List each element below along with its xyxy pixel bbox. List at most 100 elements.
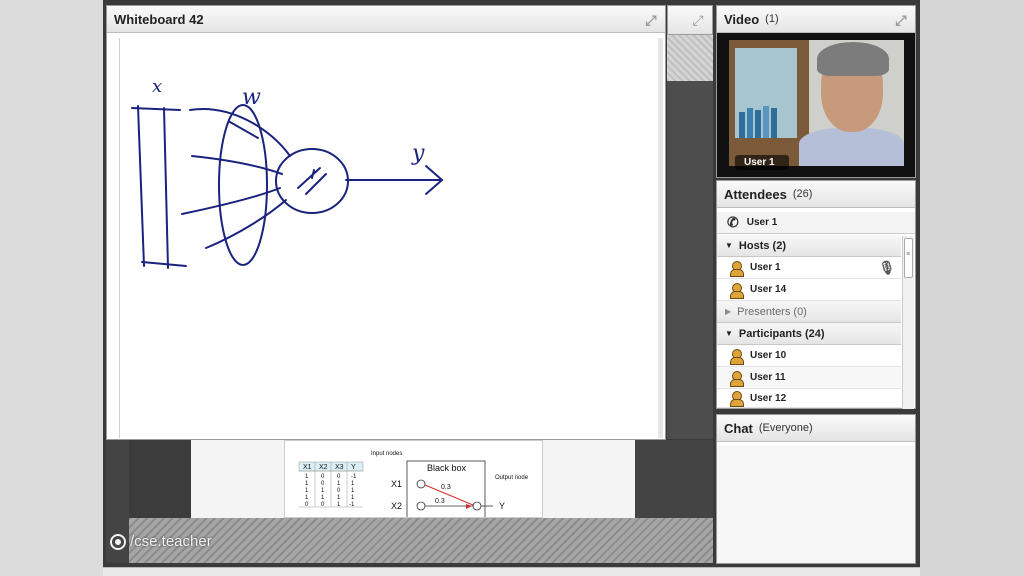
caller-row[interactable]: ✆ User 1 bbox=[717, 212, 915, 234]
attendees-panel: Attendees (26) ✆ User 1 ▼ Hosts (2) User… bbox=[716, 180, 916, 409]
input-box-top-stroke bbox=[131, 107, 181, 111]
svg-text:-1: -1 bbox=[351, 474, 357, 480]
svg-text:1: 1 bbox=[305, 488, 309, 494]
whiteboard-scrollbar[interactable] bbox=[658, 38, 663, 438]
video-feed[interactable] bbox=[729, 40, 904, 166]
whiteboard-drawing: x w y bbox=[131, 76, 444, 269]
participants-group[interactable]: ▼ Participants (24) bbox=[717, 323, 901, 345]
whiteboard-panel: Whiteboard 42 ⤢ x w y bbox=[106, 5, 666, 440]
user-icon bbox=[729, 370, 744, 387]
list-item[interactable]: User 12 bbox=[717, 389, 901, 408]
slide-preview[interactable]: X1 X2 X3 Y 1 0 0 -1 1011 1101 1111 0 0 1 -1 In… bbox=[284, 440, 543, 518]
svg-text:X2: X2 bbox=[319, 464, 328, 471]
hosts-group[interactable]: ▼ Hosts (2) bbox=[717, 235, 901, 257]
slide-left-margin bbox=[129, 440, 191, 518]
maximize-icon[interactable]: ⤢ bbox=[643, 12, 659, 28]
list-item[interactable]: User 10 bbox=[717, 345, 901, 367]
svg-text:1: 1 bbox=[321, 488, 325, 494]
presenters-group[interactable]: ▶ Presenters (0) bbox=[717, 301, 901, 323]
user-icon bbox=[729, 260, 744, 277]
slide-left-pad bbox=[191, 440, 284, 518]
input-box-left-stroke bbox=[137, 105, 145, 267]
chat-messages[interactable] bbox=[717, 446, 915, 563]
video-panel: Video (1) ⤢ User 1 bbox=[716, 5, 916, 178]
video-title: Video bbox=[724, 11, 760, 27]
y-label: y bbox=[411, 141, 425, 166]
slide-right-pad bbox=[543, 440, 635, 518]
presenters-label: Presenters (0) bbox=[737, 305, 807, 318]
w-label: w bbox=[242, 85, 261, 110]
attendees-scrollbar[interactable] bbox=[902, 236, 914, 409]
svg-text:1: 1 bbox=[321, 495, 325, 501]
svg-text:1: 1 bbox=[351, 495, 355, 501]
x-label: x bbox=[152, 76, 162, 97]
participants-label: Participants (24) bbox=[738, 327, 825, 340]
video-user-label: User 1 bbox=[735, 155, 789, 170]
weight-2: 0.3 bbox=[435, 498, 445, 505]
whiteboard-side-area bbox=[667, 81, 713, 439]
svg-text:0: 0 bbox=[321, 481, 325, 487]
hosts-label: Hosts (2) bbox=[738, 239, 786, 252]
output-node bbox=[472, 501, 482, 511]
video-header: Video (1) ⤢ bbox=[717, 6, 915, 33]
black-box-title: Black box bbox=[427, 463, 467, 473]
neuron-squiggle bbox=[297, 167, 327, 195]
whiteboard-side-header: ⤢ bbox=[667, 5, 713, 35]
video-count: (1) bbox=[765, 13, 779, 25]
watermark-text: /cse.teacher bbox=[130, 533, 212, 550]
bottom-bar bbox=[103, 567, 920, 576]
input-box-bottom-stroke bbox=[141, 261, 187, 267]
connection-4 bbox=[205, 199, 287, 249]
chat-title: Chat bbox=[724, 420, 753, 436]
user-name: User 14 bbox=[750, 284, 787, 295]
output-node-label: Output node bbox=[495, 475, 529, 481]
svg-text:X1: X1 bbox=[303, 464, 312, 471]
svg-text:1: 1 bbox=[305, 474, 309, 480]
scrollbar-thumb[interactable] bbox=[904, 238, 913, 278]
input-x1: X1 bbox=[391, 479, 402, 489]
user-name: User 11 bbox=[750, 372, 786, 383]
user-icon bbox=[729, 282, 744, 299]
user-name: User 10 bbox=[750, 350, 787, 361]
weight-1: 0.3 bbox=[441, 484, 451, 491]
svg-text:X3: X3 bbox=[335, 464, 344, 471]
chat-panel: Chat (Everyone) bbox=[716, 414, 916, 564]
connection-2 bbox=[191, 155, 283, 175]
slide-content: X1 X2 X3 Y 1 0 0 -1 1011 1101 1111 0 0 1 -1 In… bbox=[298, 451, 529, 517]
watermark: /cse.teacher bbox=[110, 533, 212, 550]
whiteboard-header: Whiteboard 42 ⤢ bbox=[107, 6, 665, 33]
user-icon bbox=[729, 348, 744, 365]
bookshelf bbox=[729, 40, 809, 166]
phone-icon: ✆ bbox=[727, 214, 739, 230]
list-item[interactable]: User 11 bbox=[717, 367, 901, 389]
svg-text:0: 0 bbox=[337, 474, 341, 480]
svg-text:1: 1 bbox=[351, 488, 355, 494]
neuron-circle bbox=[275, 148, 349, 214]
microphone-icon[interactable]: 🎙 bbox=[878, 260, 895, 276]
whiteboard-title: Whiteboard 42 bbox=[114, 11, 204, 27]
expand-arrow-icon: ▼ bbox=[725, 241, 733, 250]
expand-arrow-icon: ▼ bbox=[725, 329, 733, 338]
svg-text:1: 1 bbox=[305, 495, 309, 501]
maximize-icon[interactable]: ⤢ bbox=[690, 12, 706, 28]
maximize-icon[interactable]: ⤢ bbox=[893, 12, 909, 28]
svg-text:1: 1 bbox=[337, 495, 341, 501]
right-background bbox=[920, 0, 1024, 576]
user-name: User 1 bbox=[750, 262, 781, 273]
input-box-right-stroke bbox=[163, 107, 169, 269]
svg-text:0: 0 bbox=[337, 488, 341, 494]
svg-text:0: 0 bbox=[321, 474, 325, 480]
caller-name: User 1 bbox=[746, 217, 778, 228]
person-shirt bbox=[799, 128, 904, 166]
list-item[interactable]: User 14 bbox=[717, 279, 901, 301]
collapse-arrow-icon: ▶ bbox=[725, 307, 732, 316]
whiteboard-canvas[interactable]: x w y bbox=[119, 38, 654, 438]
svg-text:1: 1 bbox=[337, 481, 341, 487]
chat-header: Chat (Everyone) bbox=[717, 415, 915, 442]
user-name: User 12 bbox=[750, 392, 787, 404]
list-item[interactable]: User 1 🎙 bbox=[717, 257, 901, 279]
input-x2: X2 bbox=[391, 501, 402, 511]
input-nodes-label: Input nodes bbox=[371, 451, 402, 457]
left-background bbox=[0, 0, 103, 576]
attendees-title: Attendees bbox=[724, 186, 787, 202]
